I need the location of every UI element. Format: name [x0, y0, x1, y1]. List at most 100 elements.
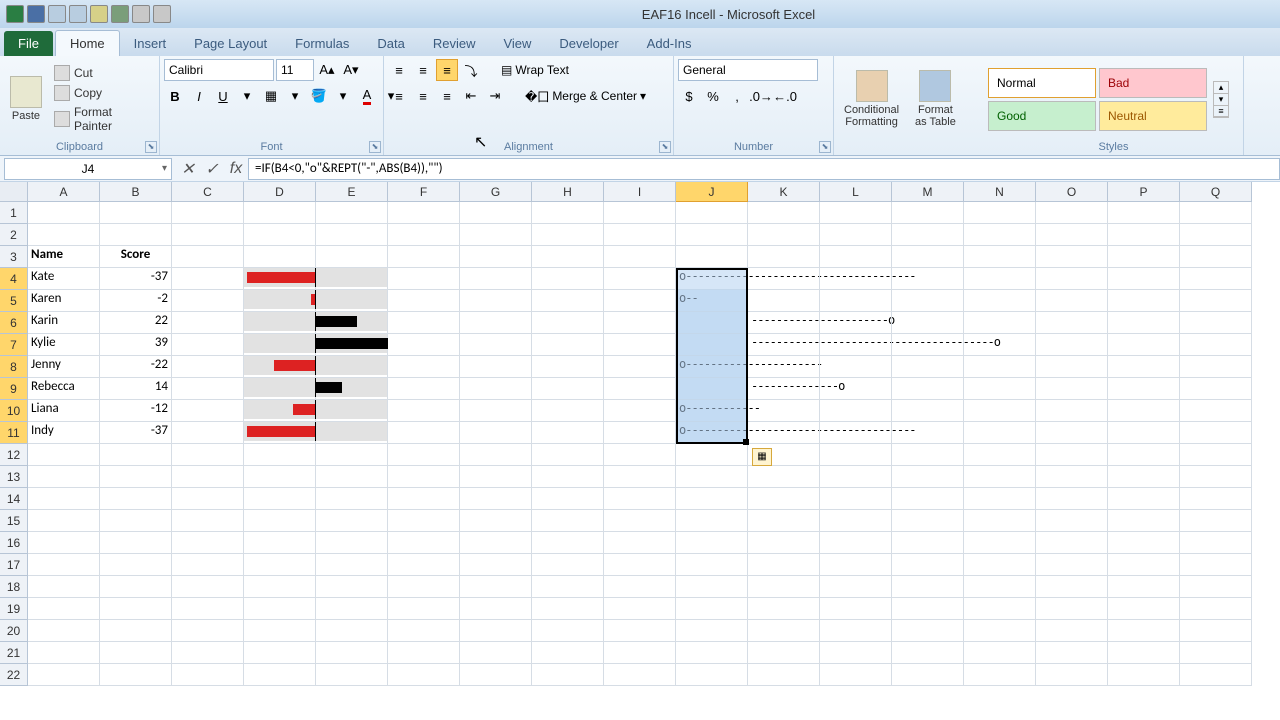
col-header-P[interactable]: P	[1108, 182, 1180, 202]
row-headers[interactable]: 12345678910111213141516171819202122	[0, 202, 28, 686]
font-name-select[interactable]	[164, 59, 274, 81]
borders-split[interactable]: ▾	[284, 85, 306, 107]
tab-formulas[interactable]: Formulas	[281, 31, 363, 56]
col-header-G[interactable]: G	[460, 182, 532, 202]
col-header-I[interactable]: I	[604, 182, 676, 202]
style-bad[interactable]: Bad	[1099, 68, 1207, 98]
name-box[interactable]: J4	[4, 158, 172, 180]
formula-bar[interactable]	[248, 158, 1280, 180]
row-header-4[interactable]: 4	[0, 268, 28, 290]
col-header-M[interactable]: M	[892, 182, 964, 202]
row-header-21[interactable]: 21	[0, 642, 28, 664]
col-header-K[interactable]: K	[748, 182, 820, 202]
fill-color-button[interactable]: 🪣	[308, 85, 330, 107]
row-header-7[interactable]: 7	[0, 334, 28, 356]
select-all-corner[interactable]	[0, 182, 28, 202]
undo-icon[interactable]	[48, 5, 66, 23]
tab-insert[interactable]: Insert	[120, 31, 181, 56]
comma-button[interactable]: ,	[726, 85, 748, 107]
tab-developer[interactable]: Developer	[545, 31, 632, 56]
alignment-launcher[interactable]: ⬊	[659, 141, 671, 153]
col-header-D[interactable]: D	[244, 182, 316, 202]
copy-button[interactable]: Copy	[52, 84, 155, 102]
row-header-19[interactable]: 19	[0, 598, 28, 620]
col-header-H[interactable]: H	[532, 182, 604, 202]
col-header-L[interactable]: L	[820, 182, 892, 202]
col-header-C[interactable]: C	[172, 182, 244, 202]
paste-button[interactable]: Paste	[4, 74, 48, 124]
format-as-table-button[interactable]: Format as Table	[909, 68, 962, 130]
tab-data[interactable]: Data	[363, 31, 418, 56]
style-good[interactable]: Good	[988, 101, 1096, 131]
row-header-12[interactable]: 12	[0, 444, 28, 466]
file-tab[interactable]: File	[4, 31, 53, 56]
number-format-select[interactable]	[678, 59, 818, 81]
percent-button[interactable]: %	[702, 85, 724, 107]
enter-formula-icon[interactable]: ✓	[200, 159, 224, 179]
col-header-F[interactable]: F	[388, 182, 460, 202]
italic-button[interactable]: I	[188, 85, 210, 107]
styles-scroll[interactable]: ▴▾≡	[1213, 81, 1229, 118]
underline-split[interactable]: ▾	[236, 85, 258, 107]
borders-button[interactable]: ▦	[260, 85, 282, 107]
column-headers[interactable]: ABCDEFGHIJKLMNOPQ	[28, 182, 1252, 202]
align-right-button[interactable]: ≡	[436, 85, 458, 107]
row-header-15[interactable]: 15	[0, 510, 28, 532]
cancel-formula-icon[interactable]: ✕	[176, 159, 200, 179]
font-launcher[interactable]: ⬊	[369, 141, 381, 153]
row-header-3[interactable]: 3	[0, 246, 28, 268]
align-top-button[interactable]: ≡	[388, 59, 410, 81]
row-header-17[interactable]: 17	[0, 554, 28, 576]
tab-page-layout[interactable]: Page Layout	[180, 31, 281, 56]
style-normal[interactable]: Normal	[988, 68, 1096, 98]
qat-icon-1[interactable]	[90, 5, 108, 23]
orientation-button[interactable]: ⤵	[460, 59, 482, 81]
qat-icon-3[interactable]	[132, 5, 150, 23]
row-header-8[interactable]: 8	[0, 356, 28, 378]
grow-font-button[interactable]: A▴	[316, 59, 338, 81]
row-header-5[interactable]: 5	[0, 290, 28, 312]
tab-review[interactable]: Review	[419, 31, 490, 56]
col-header-A[interactable]: A	[28, 182, 100, 202]
row-header-11[interactable]: 11	[0, 422, 28, 444]
font-color-button[interactable]: A	[356, 85, 378, 107]
fill-split[interactable]: ▾	[332, 85, 354, 107]
row-header-18[interactable]: 18	[0, 576, 28, 598]
cut-button[interactable]: Cut	[52, 64, 155, 82]
qat-icon-4[interactable]	[153, 5, 171, 23]
save-icon[interactable]	[27, 5, 45, 23]
redo-icon[interactable]	[69, 5, 87, 23]
currency-button[interactable]: $	[678, 85, 700, 107]
indent-inc-button[interactable]: ⇥	[484, 85, 506, 107]
col-header-Q[interactable]: Q	[1180, 182, 1252, 202]
clipboard-launcher[interactable]: ⬊	[145, 141, 157, 153]
font-size-select[interactable]	[276, 59, 314, 81]
col-header-J[interactable]: J	[676, 182, 748, 202]
tab-home[interactable]: Home	[55, 30, 120, 56]
align-middle-button[interactable]: ≡	[412, 59, 434, 81]
row-header-10[interactable]: 10	[0, 400, 28, 422]
bold-button[interactable]: B	[164, 85, 186, 107]
wrap-text-button[interactable]: ▤Wrap Text	[494, 59, 576, 81]
align-left-button[interactable]: ≡	[388, 85, 410, 107]
col-header-N[interactable]: N	[964, 182, 1036, 202]
style-neutral[interactable]: Neutral	[1099, 101, 1207, 131]
row-header-13[interactable]: 13	[0, 466, 28, 488]
row-header-22[interactable]: 22	[0, 664, 28, 686]
align-center-button[interactable]: ≡	[412, 85, 434, 107]
col-header-E[interactable]: E	[316, 182, 388, 202]
inc-decimal-button[interactable]: .0→	[750, 85, 772, 107]
conditional-formatting-button[interactable]: Conditional Formatting	[838, 68, 905, 130]
col-header-B[interactable]: B	[100, 182, 172, 202]
number-launcher[interactable]: ⬊	[819, 141, 831, 153]
row-header-1[interactable]: 1	[0, 202, 28, 224]
cells-area[interactable]: NameScoreKate-37o-----------------------…	[28, 202, 1252, 686]
indent-dec-button[interactable]: ⇤	[460, 85, 482, 107]
tab-view[interactable]: View	[489, 31, 545, 56]
format-painter-button[interactable]: Format Painter	[52, 104, 155, 134]
qat-icon-2[interactable]	[111, 5, 129, 23]
dec-decimal-button[interactable]: ←.0	[774, 85, 796, 107]
row-header-9[interactable]: 9	[0, 378, 28, 400]
tab-addins[interactable]: Add-Ins	[633, 31, 706, 56]
merge-center-button[interactable]: �囗Merge & Center▾	[518, 85, 653, 107]
